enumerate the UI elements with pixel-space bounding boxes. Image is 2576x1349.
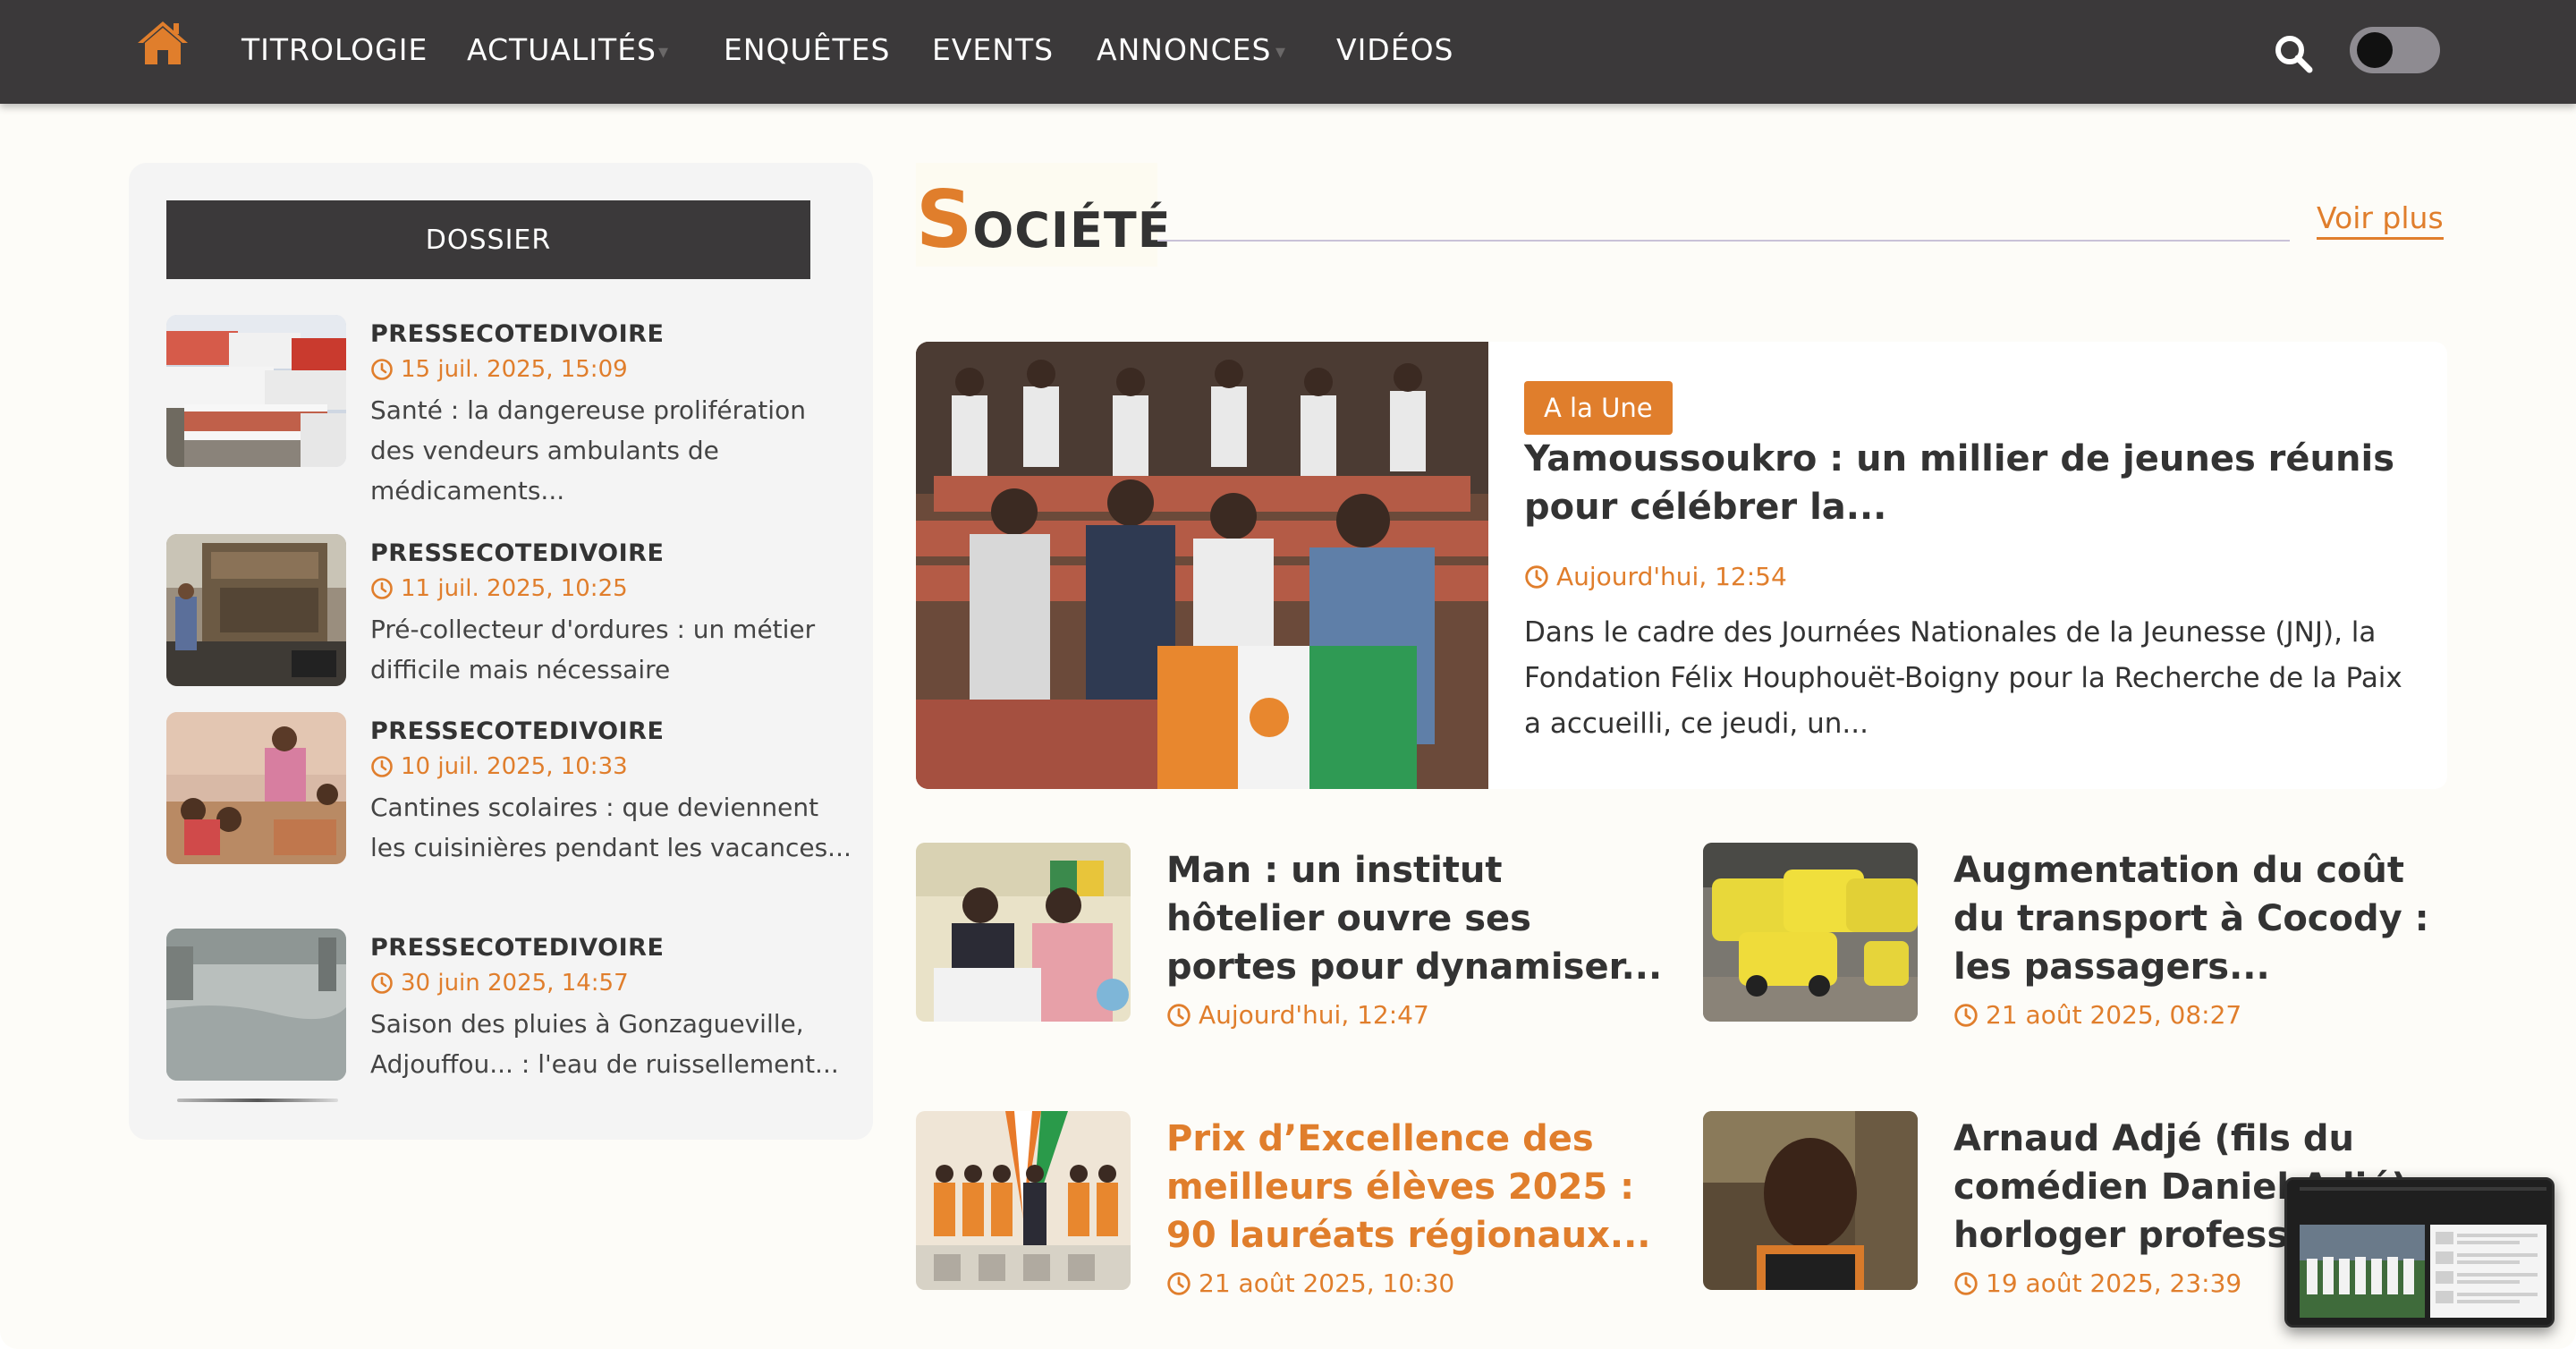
article-title-link[interactable]: Saison des pluies à Gonzagueville, Adjou… — [370, 1004, 853, 1084]
article-date: 30 juin 2025, 14:57 — [370, 970, 629, 997]
page: TITROLOGIE ACTUALITÉS ▾ ENQUÊTES EVENTS … — [0, 0, 2576, 1349]
toggle-knob — [2357, 32, 2393, 68]
featured-article: A la Une Yamoussoukro : un millier de je… — [916, 342, 2447, 789]
search-icon[interactable] — [2274, 34, 2313, 73]
article-date: 15 juil. 2025, 15:09 — [370, 356, 628, 383]
sidebar-scroll-indicator[interactable] — [177, 1099, 338, 1102]
section-divider — [1157, 240, 2290, 242]
section-title-rest: OCIÉTÉ — [972, 202, 1172, 259]
article-thumbnail[interactable] — [916, 1111, 1131, 1290]
article-title-link[interactable]: Santé : la dangereuse prolifération des … — [370, 390, 853, 511]
picture-in-picture-video[interactable] — [2284, 1177, 2555, 1328]
article-date: 21 août 2025, 10:30 — [1166, 1268, 1454, 1298]
featured-excerpt: Dans le cadre des Journées Nationales de… — [1524, 616, 2402, 740]
clock-icon — [1525, 564, 1548, 589]
clock-icon — [1167, 1003, 1191, 1027]
article-date: 10 juil. 2025, 10:33 — [370, 753, 628, 780]
article-thumbnail[interactable] — [166, 929, 346, 1081]
article-title-link[interactable]: Man : un institut hôtelier ouvre ses por… — [1166, 846, 1667, 991]
dossier-sidebar: DOSSIER PRESSECOTEDIVOIRE 15 juil. 2025,… — [129, 163, 873, 1140]
article-title-link[interactable]: Cantines scolaires : que deviennent les … — [370, 787, 853, 868]
clock-icon — [1167, 1271, 1191, 1295]
nav-item-enquetes[interactable]: ENQUÊTES — [724, 32, 890, 72]
featured-badge[interactable]: A la Une — [1524, 381, 1673, 435]
article-date-text: 11 juil. 2025, 10:25 — [401, 575, 628, 602]
clock-icon — [371, 756, 393, 777]
nav-item-actualites[interactable]: ACTUALITÉS — [467, 32, 657, 72]
featured-date-text: Aujourd'hui, 12:54 — [1556, 562, 1787, 591]
article-date-text: 21 août 2025, 08:27 — [1986, 1000, 2242, 1030]
top-navbar: TITROLOGIE ACTUALITÉS ▾ ENQUÊTES EVENTS … — [0, 0, 2576, 104]
article-title-link[interactable]: Augmentation du coût du transport à Coco… — [1953, 846, 2454, 991]
section-title-initial: S — [916, 174, 973, 266]
article-thumbnail[interactable] — [166, 534, 346, 686]
article-date: Aujourd'hui, 12:47 — [1166, 1000, 1429, 1030]
section-title: SOCIÉTÉ — [916, 174, 1172, 266]
article-thumbnail[interactable] — [916, 843, 1131, 1022]
nav-item-annonces[interactable]: ANNONCES — [1097, 32, 1271, 72]
article-title-link[interactable]: Pré-collecteur d'ordures : un métier dif… — [370, 609, 853, 690]
clock-icon — [1954, 1003, 1978, 1027]
article-date-text: 10 juil. 2025, 10:33 — [401, 753, 628, 780]
clock-icon — [371, 578, 393, 599]
dropdown-caret-icon[interactable]: ▾ — [658, 41, 668, 64]
dropdown-caret-icon[interactable]: ▾ — [1275, 41, 1285, 64]
clock-icon — [371, 359, 393, 380]
article-thumbnail[interactable] — [166, 315, 346, 467]
featured-image[interactable] — [916, 342, 1488, 789]
article-source: PRESSECOTEDIVOIRE — [370, 539, 665, 567]
nav-item-videos[interactable]: VIDÉOS — [1336, 32, 1454, 72]
featured-date: Aujourd'hui, 12:54 — [1524, 562, 1787, 591]
article-card: Prix d’Excellence des meilleurs élèves 2… — [916, 1111, 1676, 1326]
article-thumbnail[interactable] — [1703, 843, 1918, 1022]
article-card: Augmentation du coût du transport à Coco… — [1703, 843, 2463, 1057]
clock-icon — [371, 972, 393, 994]
article-title-link[interactable]: Prix d’Excellence des meilleurs élèves 2… — [1166, 1115, 1667, 1260]
article-date-text: 19 août 2025, 23:39 — [1986, 1268, 2242, 1298]
nav-item-events[interactable]: EVENTS — [932, 32, 1054, 72]
article-source: PRESSECOTEDIVOIRE — [370, 717, 665, 745]
dark-mode-toggle[interactable] — [2350, 27, 2440, 73]
article-source: PRESSECOTEDIVOIRE — [370, 934, 665, 962]
article-thumbnail[interactable] — [1703, 1111, 1918, 1290]
article-card: Man : un institut hôtelier ouvre ses por… — [916, 843, 1676, 1057]
dossier-heading-button[interactable]: DOSSIER — [166, 200, 810, 279]
article-date-text: 30 juin 2025, 14:57 — [401, 970, 629, 997]
featured-title-link[interactable]: Yamoussoukro : un millier de jeunes réun… — [1524, 435, 2419, 531]
article-date: 19 août 2025, 23:39 — [1953, 1268, 2241, 1298]
article-date-text: 21 août 2025, 10:30 — [1199, 1268, 1455, 1298]
home-icon[interactable] — [136, 18, 190, 66]
article-date-text: 15 juil. 2025, 15:09 — [401, 356, 628, 383]
article-source: PRESSECOTEDIVOIRE — [370, 320, 665, 348]
nav-item-titrologie[interactable]: TITROLOGIE — [242, 32, 428, 72]
article-date: 11 juil. 2025, 10:25 — [370, 575, 628, 602]
article-date-text: Aujourd'hui, 12:47 — [1199, 1000, 1429, 1030]
see-more-link[interactable]: Voir plus — [2317, 200, 2444, 240]
article-thumbnail[interactable] — [166, 712, 346, 864]
article-date: 21 août 2025, 08:27 — [1953, 1000, 2241, 1030]
clock-icon — [1954, 1271, 1978, 1295]
